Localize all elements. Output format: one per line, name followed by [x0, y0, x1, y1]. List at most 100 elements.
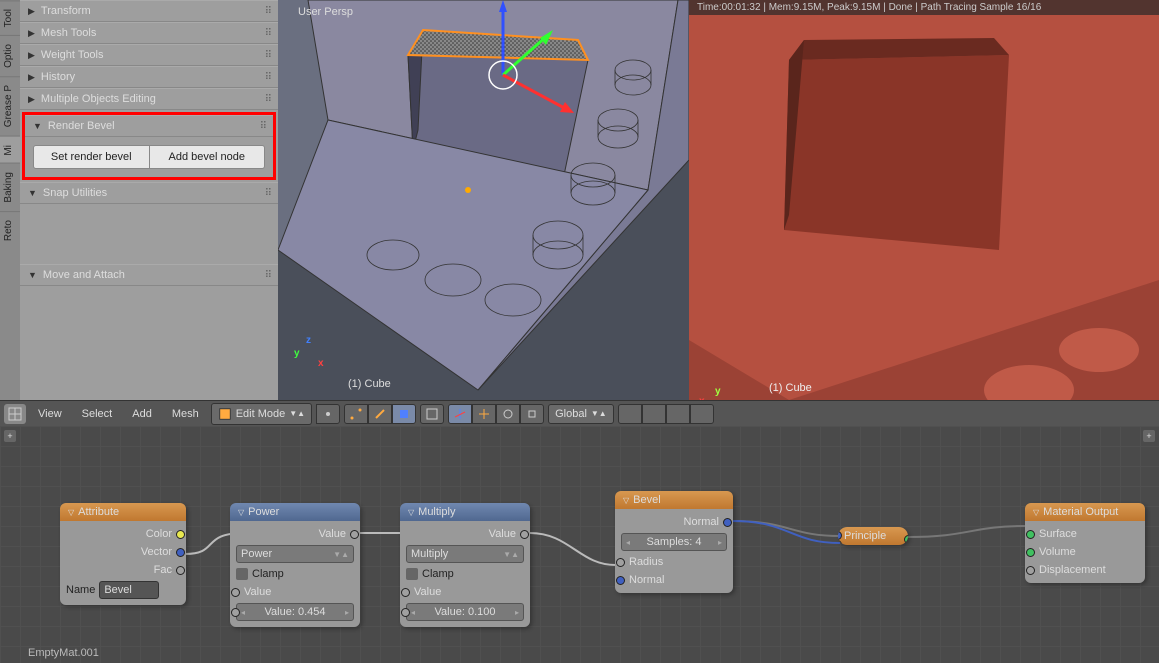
- shader-socket-icon[interactable]: [1026, 548, 1035, 557]
- shader-socket-icon[interactable]: [1026, 530, 1035, 539]
- collapse-arrow-icon: ▶: [28, 72, 35, 83]
- samples-input[interactable]: ◂Samples: 4▸: [621, 533, 727, 551]
- menu-mesh[interactable]: Mesh: [164, 404, 207, 424]
- set-render-bevel-button[interactable]: Set render bevel: [33, 145, 150, 169]
- panel-mesh-tools[interactable]: ▶Mesh Tools⠿: [20, 22, 278, 44]
- value-socket-icon[interactable]: [231, 608, 240, 617]
- value-input[interactable]: ◂Value: 0.454▸: [236, 603, 354, 621]
- value-socket-icon[interactable]: [350, 530, 359, 539]
- menu-view[interactable]: View: [30, 404, 70, 424]
- panel-history[interactable]: ▶History⠿: [20, 66, 278, 88]
- layer-button[interactable]: [666, 404, 690, 424]
- shader-socket-icon[interactable]: [904, 535, 908, 544]
- viewport-header: View Select Add Mesh Edit Mode ▼▲ Global…: [0, 400, 1159, 426]
- clamp-checkbox[interactable]: [236, 568, 248, 580]
- vector-socket-icon[interactable]: [176, 548, 185, 557]
- node-bevel[interactable]: ▽Bevel Normal ◂Samples: 4▸ Radius Normal: [615, 491, 733, 593]
- rotate-manipulator-button[interactable]: [496, 404, 520, 424]
- face-mode-button[interactable]: [392, 404, 416, 424]
- operation-dropdown[interactable]: Power▼▲: [236, 545, 354, 563]
- panel-snap-utilities[interactable]: ▼Snap Utilities⠿: [20, 182, 278, 204]
- orientation-dropdown[interactable]: Global ▼▲: [548, 404, 614, 424]
- expand-panel-icon[interactable]: +: [4, 430, 16, 442]
- mode-dropdown[interactable]: Edit Mode ▼▲: [211, 403, 312, 425]
- drag-icon: ⠿: [265, 94, 270, 105]
- attribute-name-input[interactable]: [99, 581, 159, 599]
- editor-type-icon[interactable]: [4, 404, 26, 424]
- socket-label: Normal: [684, 516, 719, 528]
- layer-button[interactable]: [690, 404, 714, 424]
- node-editor[interactable]: + + ▽Attribute Color Vector Fac Name ▽Po…: [0, 426, 1159, 663]
- node-principle[interactable]: Principle: [838, 527, 908, 545]
- manipulator-toggle-button[interactable]: [448, 404, 472, 424]
- value-socket-icon[interactable]: [176, 566, 185, 575]
- vector-socket-icon[interactable]: [616, 576, 625, 585]
- chevron-down-icon: ▼▲: [591, 409, 607, 418]
- tab-tool[interactable]: Tool: [0, 0, 20, 35]
- render-preview[interactable]: Time:00:01:32 | Mem:9.15M, Peak:9.15M | …: [689, 0, 1159, 400]
- chevron-down-icon: ▼▲: [289, 409, 305, 418]
- tab-mi[interactable]: Mi: [0, 136, 20, 164]
- menu-add[interactable]: Add: [124, 404, 160, 424]
- collapse-icon: ▽: [238, 508, 244, 517]
- panel-move-attach[interactable]: ▼Move and Attach⠿: [20, 264, 278, 286]
- vertex-mode-button[interactable]: [344, 404, 368, 424]
- panel-render-bevel[interactable]: ▼Render Bevel⠿: [25, 115, 273, 137]
- tool-shelf-tabs: Tool Optio Grease P Mi Baking Reto: [0, 0, 20, 400]
- edge-mode-button[interactable]: [368, 404, 392, 424]
- mesh-wireframe: [278, 0, 689, 400]
- layer-button[interactable]: [642, 404, 666, 424]
- value-socket-icon[interactable]: [520, 530, 529, 539]
- panel-label: Transform: [41, 5, 91, 17]
- panel-weight-tools[interactable]: ▶Weight Tools⠿: [20, 44, 278, 66]
- socket-label: Normal: [629, 574, 664, 586]
- node-title: Material Output: [1043, 506, 1118, 518]
- color-socket-icon[interactable]: [176, 530, 185, 539]
- menu-select[interactable]: Select: [74, 404, 121, 424]
- tab-baking[interactable]: Baking: [0, 163, 20, 211]
- 3d-viewport[interactable]: User Persp zyx (1) Cube: [278, 0, 689, 400]
- tab-reto[interactable]: Reto: [0, 211, 20, 249]
- scale-manipulator-button[interactable]: [520, 404, 544, 424]
- operation-dropdown[interactable]: Multiply▼▲: [406, 545, 524, 563]
- field-label: Clamp: [422, 568, 454, 580]
- tool-shelf: Tool Optio Grease P Mi Baking Reto ▶ Tran…: [0, 0, 278, 400]
- value-socket-icon[interactable]: [401, 588, 410, 597]
- value-socket-icon[interactable]: [616, 558, 625, 567]
- value-socket-icon[interactable]: [401, 608, 410, 617]
- node-multiply[interactable]: ▽Multiply Value Multiply▼▲ Clamp Value ◂…: [400, 503, 530, 627]
- collapse-icon: ▽: [68, 508, 74, 517]
- collapse-arrow-icon: ▶: [28, 6, 35, 17]
- node-power[interactable]: ▽Power Value Power▼▲ Clamp Value ◂Value:…: [230, 503, 360, 627]
- panel-transform[interactable]: ▶Transform⠿: [20, 0, 278, 22]
- socket-label: Radius: [629, 556, 663, 568]
- node-material-output[interactable]: ▽Material Output Surface Volume Displace…: [1025, 503, 1145, 583]
- value-input[interactable]: ◂Value: 0.100▸: [406, 603, 524, 621]
- clamp-checkbox[interactable]: [406, 568, 418, 580]
- panel-label: History: [41, 71, 75, 83]
- panel-multiple-objects[interactable]: ▶Multiple Objects Editing⠿: [20, 88, 278, 110]
- translate-manipulator-button[interactable]: [472, 404, 496, 424]
- vector-socket-icon[interactable]: [838, 531, 842, 540]
- layer-button[interactable]: [618, 404, 642, 424]
- render-image: [689, 0, 1159, 400]
- limit-selection-button[interactable]: [420, 404, 444, 424]
- add-bevel-node-button[interactable]: Add bevel node: [150, 145, 266, 169]
- panel-label: Snap Utilities: [43, 187, 107, 199]
- expand-panel-icon[interactable]: +: [1143, 430, 1155, 442]
- collapse-arrow-icon: ▶: [28, 50, 35, 61]
- node-attribute[interactable]: ▽Attribute Color Vector Fac Name: [60, 503, 186, 605]
- tab-grease[interactable]: Grease P: [0, 76, 20, 135]
- object-label: (1) Cube: [769, 382, 812, 394]
- panel-label: Weight Tools: [41, 49, 104, 61]
- socket-label: Displacement: [1039, 564, 1106, 576]
- tab-options[interactable]: Optio: [0, 35, 20, 76]
- expand-arrow-icon: ▼: [33, 121, 42, 131]
- vector-socket-icon[interactable]: [723, 518, 732, 527]
- value-socket-icon[interactable]: [231, 588, 240, 597]
- collapse-icon: ▽: [623, 496, 629, 505]
- socket-label: Value: [489, 528, 516, 540]
- vertex-select-icon[interactable]: [316, 404, 340, 424]
- value-socket-icon[interactable]: [1026, 566, 1035, 575]
- vector-socket-icon[interactable]: [838, 540, 842, 545]
